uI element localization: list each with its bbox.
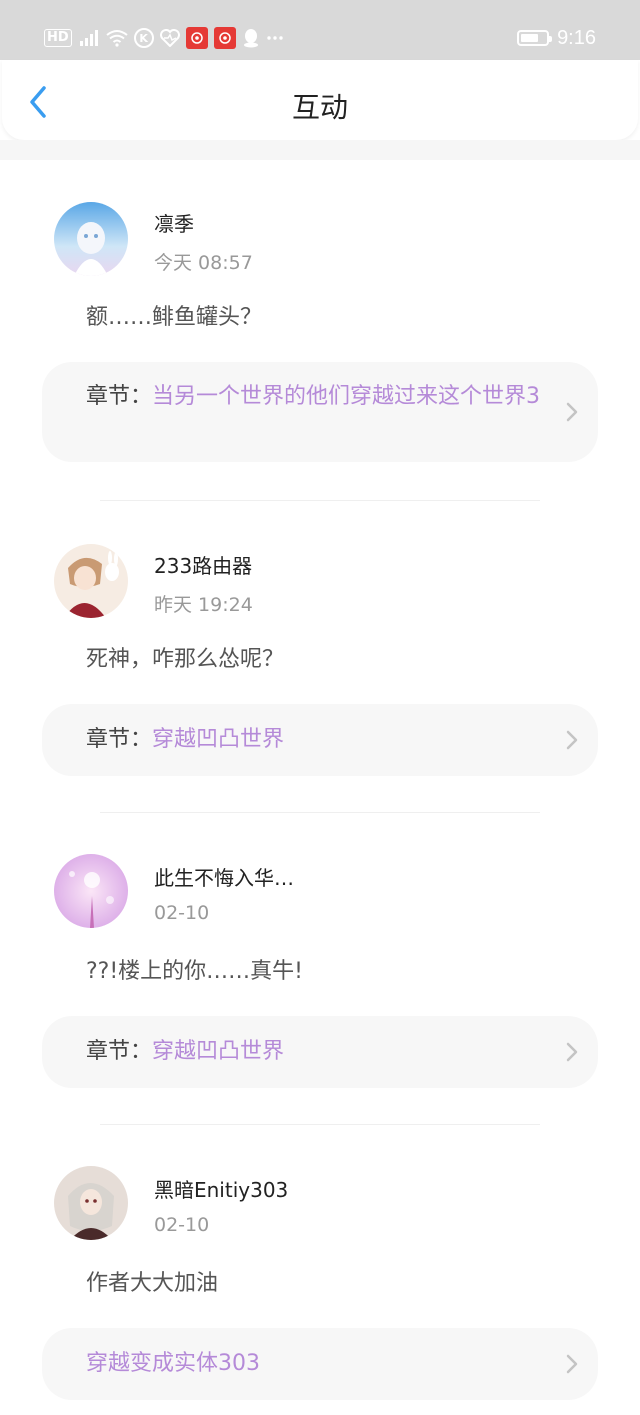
- chapter-prefix: 章节：: [86, 384, 153, 409]
- status-right: 9:16: [517, 24, 596, 52]
- divider: [100, 500, 540, 501]
- status-icons: HD K: [44, 24, 284, 52]
- clock: 9:16: [557, 26, 596, 49]
- red-app-icon: [213, 27, 236, 49]
- chapter-text: 章节：穿越凹凸世界: [86, 723, 556, 756]
- status-bar: HD K 9:16: [0, 0, 640, 60]
- chapter-title: 穿越凹凸世界: [152, 727, 285, 752]
- username[interactable]: 233路由器: [154, 550, 252, 579]
- chapter-text: 章节：穿越凹凸世界: [86, 1035, 556, 1068]
- comment-text: 作者大大加油: [86, 1271, 219, 1296]
- divider: [100, 812, 540, 813]
- chevron-right-icon: [566, 1042, 578, 1062]
- chapter-link-box[interactable]: 章节：当另一个世界的他们穿越过来这个世界3: [42, 362, 598, 462]
- comment-text: 死神，咋那么怂呢？: [86, 647, 285, 672]
- qq-icon: [242, 28, 260, 48]
- avatar[interactable]: [54, 544, 128, 618]
- avatar[interactable]: [54, 854, 128, 928]
- chapter-title: 穿越凹凸世界: [152, 1039, 285, 1064]
- chapter-title: 穿越变成实体303: [86, 1351, 260, 1376]
- chevron-right-icon: [566, 1354, 578, 1374]
- header-spacer: [0, 140, 640, 160]
- timestamp: 今天 08:57: [154, 252, 253, 274]
- comment-text: 额……鲱鱼罐头？: [86, 305, 263, 330]
- red-app-icon: [185, 27, 208, 49]
- heart-rate-icon: [159, 29, 180, 47]
- chapter-prefix: 章节：: [86, 727, 153, 752]
- chapter-prefix: 章节：: [86, 1039, 153, 1064]
- username[interactable]: 此生不悔入华…: [154, 862, 294, 891]
- avatar[interactable]: [54, 202, 128, 276]
- username[interactable]: 凛季: [154, 208, 194, 237]
- chapter-link-box[interactable]: 章节：穿越凹凸世界: [42, 1016, 598, 1088]
- chevron-right-icon: [566, 730, 578, 750]
- hd-icon: HD: [44, 29, 72, 47]
- more-dots-icon: [266, 35, 284, 41]
- chapter-text: 穿越变成实体303: [86, 1347, 556, 1380]
- k-app-icon: K: [133, 28, 154, 48]
- chapter-link-box[interactable]: 章节：穿越凹凸世界: [42, 704, 598, 776]
- avatar[interactable]: [54, 1166, 128, 1240]
- username[interactable]: 黑暗Enitiy303: [154, 1174, 288, 1203]
- battery-icon: [517, 30, 553, 46]
- nav-bar: 互动: [2, 60, 638, 140]
- wifi-icon: [106, 29, 128, 47]
- timestamp: 02-10: [154, 902, 210, 924]
- chapter-text: 章节：当另一个世界的他们穿越过来这个世界3: [86, 380, 556, 413]
- signal-4g-icon: [78, 29, 100, 47]
- chevron-right-icon: [566, 402, 578, 422]
- timestamp: 昨天 19:24: [154, 594, 253, 616]
- chapter-title: 当另一个世界的他们穿越过来这个世界3: [152, 384, 541, 409]
- page-title: 互动: [291, 91, 348, 124]
- chapter-link-box[interactable]: 穿越变成实体303: [42, 1328, 598, 1400]
- timestamp: 02-10: [154, 1214, 210, 1236]
- comment-text: ??!楼上的你……真牛!: [86, 959, 303, 984]
- divider: [100, 1124, 540, 1125]
